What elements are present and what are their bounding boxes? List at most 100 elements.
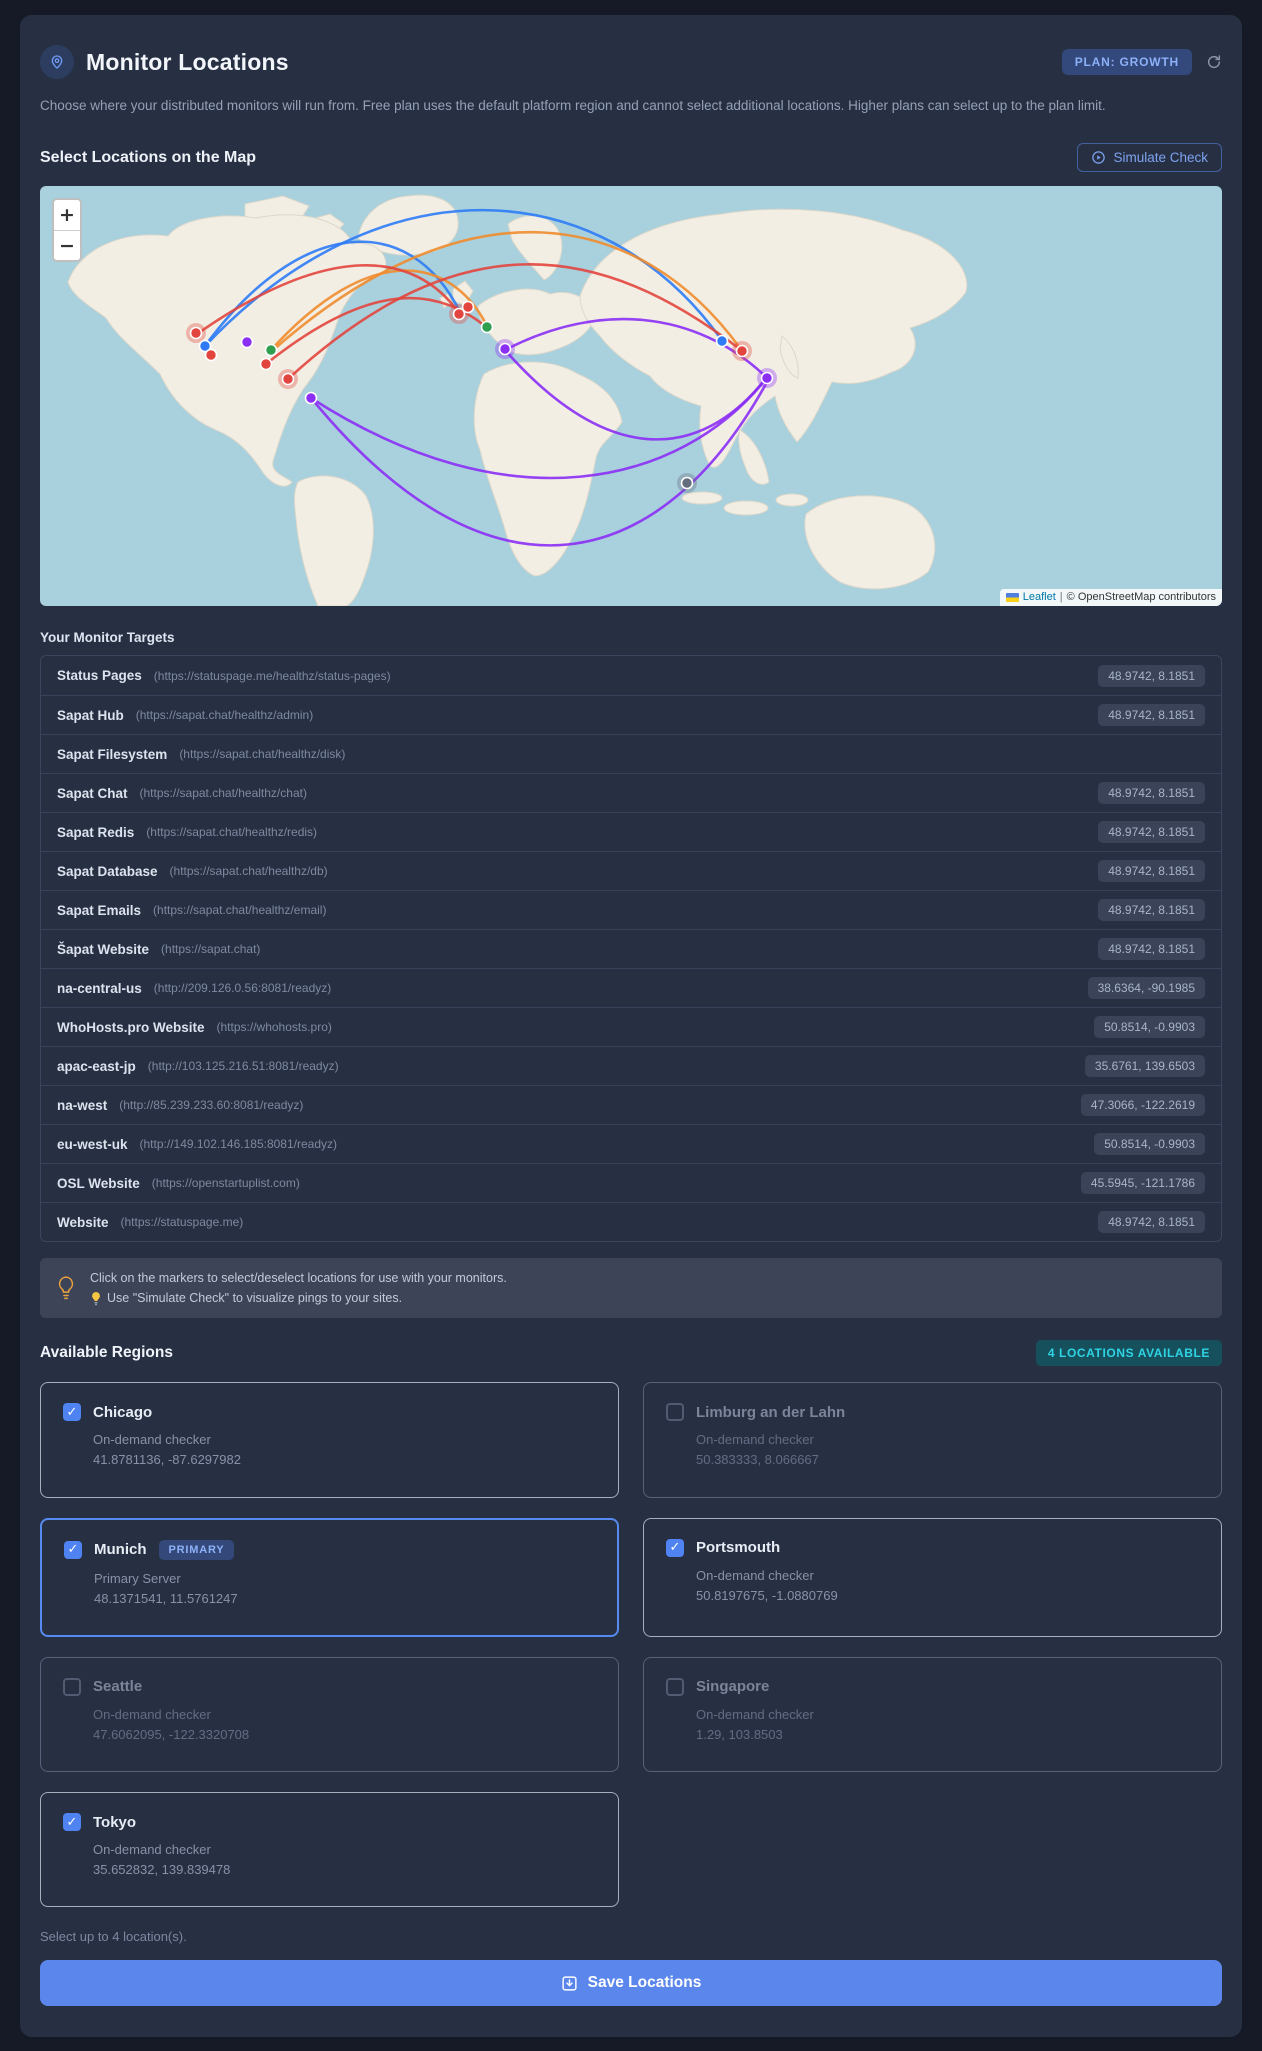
marker-seattle[interactable] [189, 326, 203, 340]
region-coordinates: 50.383333, 8.066667 [696, 1452, 819, 1468]
target-url: (https://sapat.chat/healthz/db) [169, 864, 328, 879]
target-name: Sapat Redis [57, 824, 135, 840]
target-coordinates-badge: 35.6761, 139.6503 [1084, 1055, 1205, 1078]
region-card: Seattle On-demand checker 47.6062095, -1… [40, 1656, 619, 1773]
region-card[interactable]: Portsmouth On-demand checker 50.8197675,… [643, 1517, 1222, 1637]
target-coordinates-badge: 48.9742, 8.1851 [1098, 860, 1205, 883]
region-card: Singapore On-demand checker 1.29, 103.85… [643, 1656, 1222, 1773]
world-map[interactable]: + − Leaflet | © OpenStreetMap contributo… [40, 186, 1222, 607]
target-url: (https://sapat.chat/healthz/admin) [135, 708, 314, 723]
region-role: On-demand checker [696, 1432, 814, 1448]
region-details: On-demand checker 50.383333, 8.066667 [696, 1430, 1199, 1470]
target-row: Sapat Redis (https://sapat.chat/healthz/… [41, 812, 1221, 851]
selection-limit-note: Select up to 4 location(s). [40, 1929, 187, 1945]
play-circle-icon [1092, 151, 1106, 165]
marker-chicago[interactable] [264, 343, 278, 357]
target-url: (https://sapat.chat) [161, 942, 261, 957]
map-section-header: Select Locations on the Map Simulate Che… [40, 143, 1222, 173]
locations-available-badge: 4 LOCATIONS AVAILABLE [1035, 1340, 1222, 1367]
target-url: (https://statuspage.me) [120, 1215, 244, 1230]
marker-us-2[interactable] [240, 335, 254, 349]
target-row: Website (https://statuspage.me) 48.9742,… [41, 1202, 1221, 1241]
tip-line-2: Use "Simulate Check" to visualize pings … [107, 1291, 403, 1306]
target-row: Status Pages (https://statuspage.me/heal… [41, 656, 1221, 695]
target-name: Sapat Database [57, 863, 158, 879]
target-coordinates-badge: 45.5945, -121.1786 [1080, 1172, 1205, 1195]
target-row: apac-east-jp (http://103.125.216.51:8081… [41, 1046, 1221, 1085]
region-checkbox[interactable] [666, 1677, 684, 1696]
region-details: On-demand checker 41.8781136, -87.629798… [93, 1430, 596, 1470]
target-row: Sapat Hub (https://sapat.chat/healthz/ad… [41, 695, 1221, 734]
header: Monitor Locations PLAN: GROWTH [40, 37, 1222, 81]
zoom-out-button[interactable]: − [54, 230, 80, 261]
map-zoom-control: + − [52, 198, 82, 263]
region-details: Primary Server 48.1371541, 11.5761247 [94, 1569, 595, 1609]
target-url: (http://85.239.233.60:8081/readyz) [119, 1098, 304, 1113]
simulate-check-button[interactable]: Simulate Check [1077, 143, 1222, 173]
marker-tokyo[interactable] [760, 371, 774, 385]
marker-asia-2[interactable] [735, 344, 749, 358]
marker-us-1[interactable] [204, 348, 218, 362]
target-coordinates-badge: 48.9742, 8.1851 [1098, 1211, 1205, 1234]
region-coordinates: 41.8781136, -87.6297982 [93, 1452, 241, 1468]
region-name: Munich [94, 1541, 147, 1559]
region-checkbox[interactable] [63, 1403, 81, 1422]
region-checkbox[interactable] [63, 1813, 81, 1832]
target-url: (http://149.102.146.185:8081/readyz) [139, 1137, 337, 1152]
region-role: On-demand checker [93, 1432, 211, 1448]
target-coordinates-badge: 48.9742, 8.1851 [1098, 704, 1205, 727]
region-card[interactable]: Tokyo On-demand checker 35.652832, 139.8… [40, 1792, 619, 1908]
bulb-emoji-icon [92, 1291, 100, 1306]
region-checkbox[interactable] [63, 1677, 81, 1696]
target-row: Šapat Website (https://sapat.chat) 48.97… [41, 929, 1221, 968]
region-checkbox[interactable] [666, 1538, 684, 1557]
targets-list: Status Pages (https://statuspage.me/heal… [40, 655, 1222, 1243]
region-role: On-demand checker [696, 1706, 814, 1722]
map-base-svg [67, 194, 968, 607]
region-card[interactable]: Chicago On-demand checker 41.8781136, -8… [40, 1382, 619, 1498]
target-coordinates-badge: 48.9742, 8.1851 [1098, 899, 1205, 922]
region-checkbox[interactable] [64, 1540, 82, 1559]
target-url: (http://209.126.0.56:8081/readyz) [153, 981, 332, 996]
marker-munich[interactable] [480, 320, 494, 334]
region-checkbox[interactable] [666, 1403, 684, 1422]
target-url: (http://103.125.216.51:8081/readyz) [147, 1059, 339, 1074]
region-coordinates: 50.8197675, -1.0880769 [696, 1587, 838, 1603]
marker-us-3[interactable] [259, 357, 273, 371]
target-name: Sapat Hub [57, 707, 124, 723]
target-name: Status Pages [57, 668, 142, 684]
region-card[interactable]: Munich PRIMARY Primary Server 48.1371541… [40, 1517, 619, 1637]
region-details: On-demand checker 1.29, 103.8503 [696, 1705, 1199, 1745]
target-name: Sapat Emails [57, 902, 142, 918]
leaflet-link[interactable]: Leaflet [1023, 591, 1056, 603]
target-url: (https://sapat.chat/healthz/email) [153, 903, 327, 918]
region-details: On-demand checker 50.8197675, -1.0880769 [696, 1566, 1199, 1606]
marker-eu-1[interactable] [461, 300, 475, 314]
zoom-in-button[interactable]: + [54, 200, 80, 231]
attribution-separator: | [1059, 591, 1063, 604]
marker-na-central[interactable] [281, 372, 295, 386]
save-icon [562, 1976, 577, 1991]
osm-attribution[interactable]: © OpenStreetMap contributors [1067, 591, 1216, 603]
refresh-icon[interactable] [1206, 54, 1222, 70]
region-coordinates: 47.6062095, -122.3320708 [93, 1726, 250, 1742]
target-coordinates-badge: 38.6364, -90.1985 [1087, 977, 1205, 1000]
region-name: Chicago [93, 1403, 153, 1421]
target-name: apac-east-jp [57, 1058, 136, 1074]
target-url: (https://statuspage.me/healthz/status-pa… [153, 668, 391, 683]
map-attribution: Leaflet | © OpenStreetMap contributors [999, 589, 1222, 607]
save-locations-button[interactable]: Save Locations [40, 1960, 1222, 2007]
region-card: Limburg an der Lahn On-demand checker 50… [643, 1382, 1222, 1498]
marker-singapore[interactable] [680, 476, 694, 490]
target-coordinates-badge: 50.8514, -0.9903 [1094, 1133, 1205, 1156]
target-url: (https://openstartuplist.com) [151, 1176, 300, 1191]
region-details: On-demand checker 35.652832, 139.839478 [93, 1840, 596, 1880]
marker-asia-1[interactable] [715, 334, 729, 348]
region-role: On-demand checker [93, 1842, 211, 1858]
target-row: na-central-us (http://209.126.0.56:8081/… [41, 968, 1221, 1007]
marker-us-4[interactable] [304, 391, 318, 405]
target-row: Sapat Emails (https://sapat.chat/healthz… [41, 890, 1221, 929]
target-coordinates-badge: 48.9742, 8.1851 [1098, 938, 1205, 961]
target-name: Website [57, 1214, 109, 1230]
marker-eu-2[interactable] [498, 342, 512, 356]
